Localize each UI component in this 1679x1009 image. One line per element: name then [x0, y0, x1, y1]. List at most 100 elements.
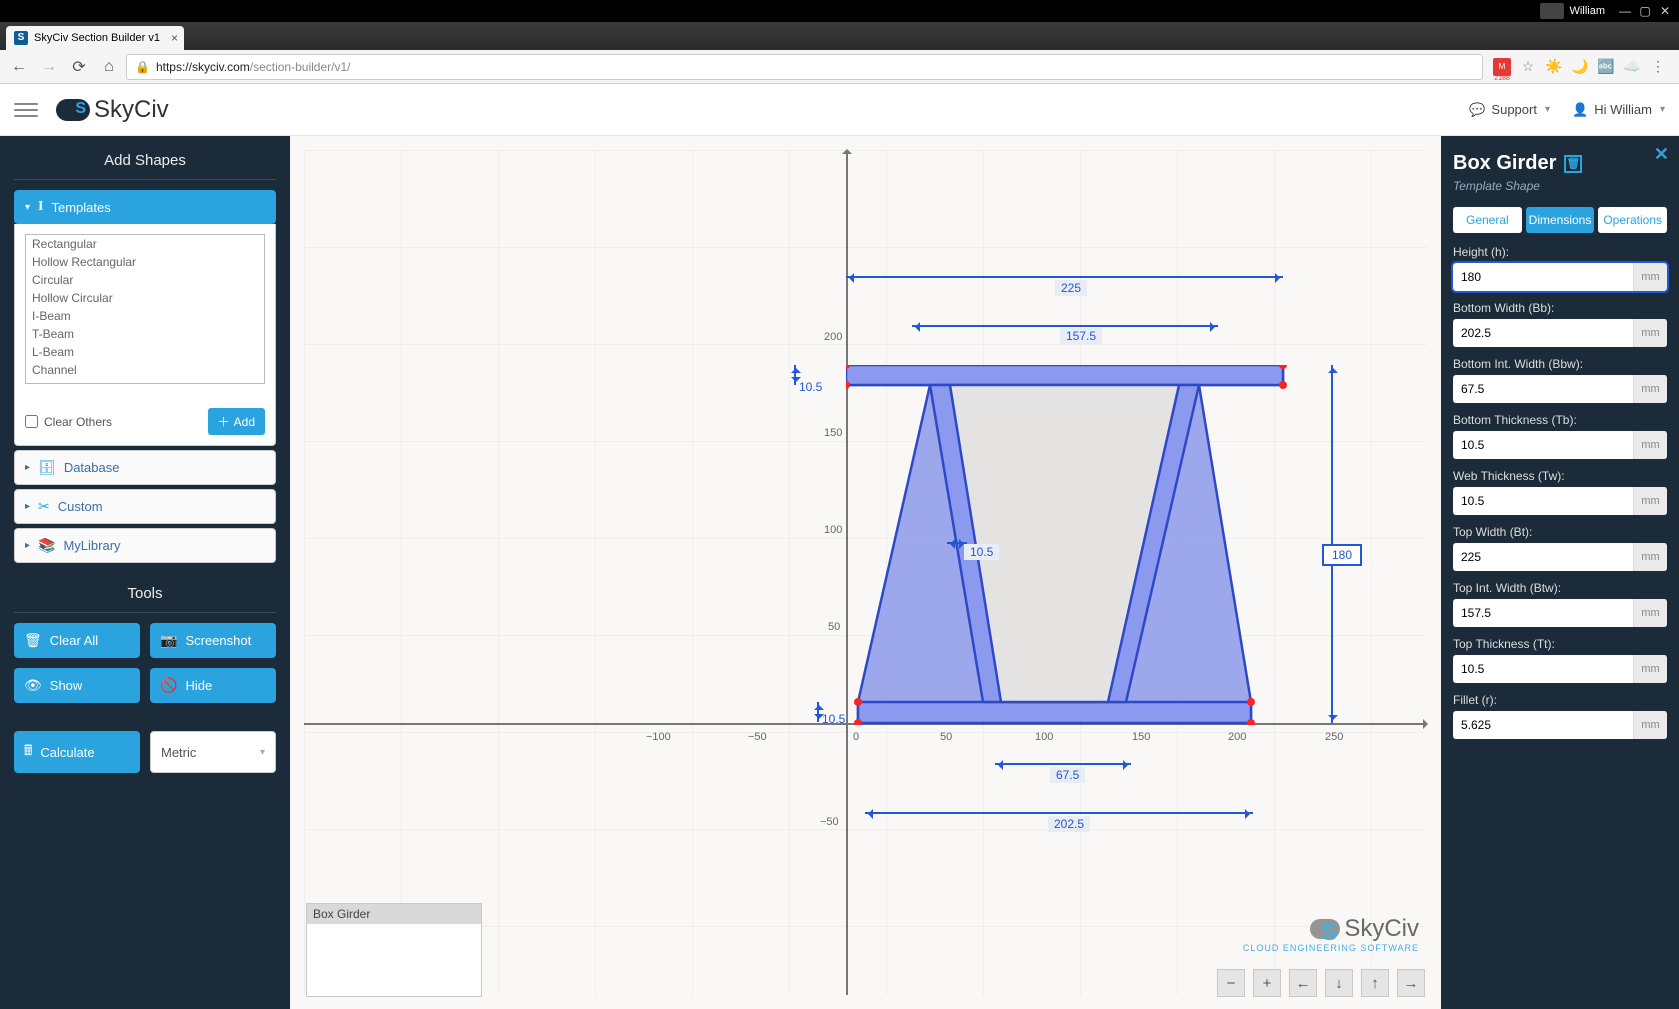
dimension-input[interactable] [1453, 599, 1633, 627]
template-option[interactable]: Circular [26, 271, 264, 289]
tab-dimensions[interactable]: Dimensions [1526, 207, 1595, 233]
dimension-input[interactable] [1453, 655, 1633, 683]
field-label: Web Thickness (Tw): [1453, 469, 1667, 483]
template-option[interactable]: Hollow Rectangular [26, 253, 264, 271]
chevron-down-icon: ▾ [260, 747, 265, 758]
template-option[interactable]: Channel [26, 361, 264, 379]
clear-all-button[interactable]: 🗑Clear All [14, 623, 140, 658]
unit-label: mm [1633, 431, 1667, 459]
pan-left-button[interactable]: ← [1289, 969, 1317, 997]
clear-others-checkbox[interactable]: Clear Others [25, 415, 112, 429]
hide-button[interactable]: 🚫Hide [150, 668, 276, 703]
home-button[interactable]: ⌂ [96, 54, 122, 80]
field-label: Top Thickness (Tt): [1453, 637, 1667, 651]
template-option[interactable]: I-Beam [26, 307, 264, 325]
cloud-logo-icon [56, 99, 90, 121]
dimension-input[interactable] [1453, 375, 1633, 403]
cloud-logo-icon [1310, 919, 1340, 939]
units-select[interactable]: Metric ▾ [150, 731, 276, 773]
close-window-button[interactable]: ✕ [1655, 4, 1675, 18]
panel-subtitle: Template Shape [1453, 179, 1667, 193]
dimension-input[interactable] [1453, 263, 1633, 291]
add-button[interactable]: ＋ Add [208, 408, 265, 435]
screenshot-button[interactable]: 📷Screenshot [150, 623, 276, 658]
dimension-input-wrap: mm [1453, 431, 1667, 459]
dim-top-width [846, 276, 1283, 278]
shape-box-girder[interactable] [846, 365, 1291, 725]
accordion-mylibrary[interactable]: ▸ 📚 MyLibrary [14, 528, 276, 563]
accordion-custom[interactable]: ▸ ✂ Custom [14, 489, 276, 524]
unit-label: mm [1633, 319, 1667, 347]
brand-text: SkyCiv [94, 96, 169, 124]
extension-tray: M ☆ ☀️ 🌙 🔤 ☁️ ⋮ [1487, 58, 1673, 76]
accordion-templates[interactable]: ▾ I Templates [14, 190, 276, 224]
calculate-button[interactable]: 🖩Calculate [14, 731, 140, 773]
template-option[interactable]: Hollow Circular [26, 289, 264, 307]
tab-operations[interactable]: Operations [1598, 207, 1667, 233]
reload-button[interactable]: ⟳ [66, 54, 92, 80]
close-panel-button[interactable]: ✕ [1654, 144, 1669, 165]
browser-tab[interactable]: S SkyCiv Section Builder v1 × [6, 26, 184, 50]
dimension-input[interactable] [1453, 487, 1633, 515]
tab-general[interactable]: General [1453, 207, 1522, 233]
template-option[interactable]: L-Beam [26, 343, 264, 361]
dimension-input[interactable] [1453, 543, 1633, 571]
address-bar[interactable]: 🔒 https://skyciv.com/section-builder/v1/ [126, 54, 1483, 80]
dimension-input-wrap: mm [1453, 543, 1667, 571]
url-path: /section-builder/v1/ [250, 60, 351, 74]
dimension-input[interactable] [1453, 711, 1633, 739]
tab-title: SkyCiv Section Builder v1 [34, 32, 160, 44]
forward-button[interactable]: → [36, 54, 62, 80]
dim-top-thk [794, 365, 796, 385]
user-icon: 👤 [1572, 102, 1588, 118]
delete-shape-button[interactable]: 🗑 [1564, 155, 1582, 173]
pan-up-button[interactable]: ↑ [1361, 969, 1389, 997]
browser-tab-strip: S SkyCiv Section Builder v1 × [0, 22, 1679, 50]
pan-right-button[interactable]: → [1397, 969, 1425, 997]
dimension-input[interactable] [1453, 319, 1633, 347]
plus-icon: ＋ [218, 413, 230, 430]
weather2-ext-icon[interactable]: 🌙 [1571, 58, 1589, 76]
add-shapes-title: Add Shapes [14, 148, 276, 180]
user-menu[interactable]: 👤 Hi William [1572, 102, 1665, 118]
panel-title: Box Girder 🗑 [1453, 152, 1667, 175]
template-option[interactable]: Triangular [26, 379, 264, 384]
dim-label: 225 [1055, 280, 1087, 296]
tick-x: 150 [1132, 731, 1150, 743]
shape-info-box[interactable]: Box Girder [306, 903, 482, 997]
back-button[interactable]: ← [6, 54, 32, 80]
dimension-input-wrap: mm [1453, 711, 1667, 739]
show-button[interactable]: 👁Show [14, 668, 140, 703]
app-header: SkyCiv 💬 Support 👤 Hi William [0, 84, 1679, 136]
maximize-button[interactable]: ▢ [1635, 4, 1655, 18]
template-list[interactable]: RectangularHollow RectangularCircularHol… [25, 234, 265, 384]
hamburger-menu-button[interactable] [14, 98, 38, 122]
template-option[interactable]: T-Beam [26, 325, 264, 343]
zoom-out-button[interactable]: − [1217, 969, 1245, 997]
dim-height-input[interactable]: 180 [1322, 544, 1362, 566]
support-menu[interactable]: 💬 Support [1469, 102, 1550, 118]
i-beam-icon: I [38, 199, 43, 215]
brand-logo[interactable]: SkyCiv [56, 96, 169, 124]
accordion-database[interactable]: ▸ 🗄 Database [14, 450, 276, 485]
tick-y: 150 [824, 427, 842, 439]
weather-ext-icon[interactable]: ☀️ [1545, 58, 1563, 76]
dim-label: 202.5 [1048, 816, 1090, 832]
star-icon[interactable]: ☆ [1519, 58, 1537, 76]
zoom-in-button[interactable]: + [1253, 969, 1281, 997]
gmail-ext-icon[interactable]: M [1493, 58, 1511, 76]
translate-ext-icon[interactable]: 🔤 [1597, 58, 1615, 76]
pan-down-button[interactable]: ↓ [1325, 969, 1353, 997]
canvas[interactable]: −100 −50 0 50 100 150 200 250 200 150 10… [290, 136, 1441, 1009]
minimize-button[interactable]: — [1615, 4, 1635, 18]
tick-y: 50 [828, 621, 840, 633]
dimension-input[interactable] [1453, 431, 1633, 459]
dim-top-int-width [912, 325, 1218, 327]
dim-label: 157.5 [1060, 328, 1102, 344]
close-tab-icon[interactable]: × [171, 31, 178, 45]
template-option[interactable]: Rectangular [26, 235, 264, 253]
canvas-watermark: SkyCiv CLOUD ENGINEERING SOFTWARE [1243, 915, 1419, 953]
drive-ext-icon[interactable]: ☁️ [1623, 58, 1641, 76]
os-icon [1540, 3, 1564, 19]
menu-icon[interactable]: ⋮ [1649, 58, 1667, 76]
